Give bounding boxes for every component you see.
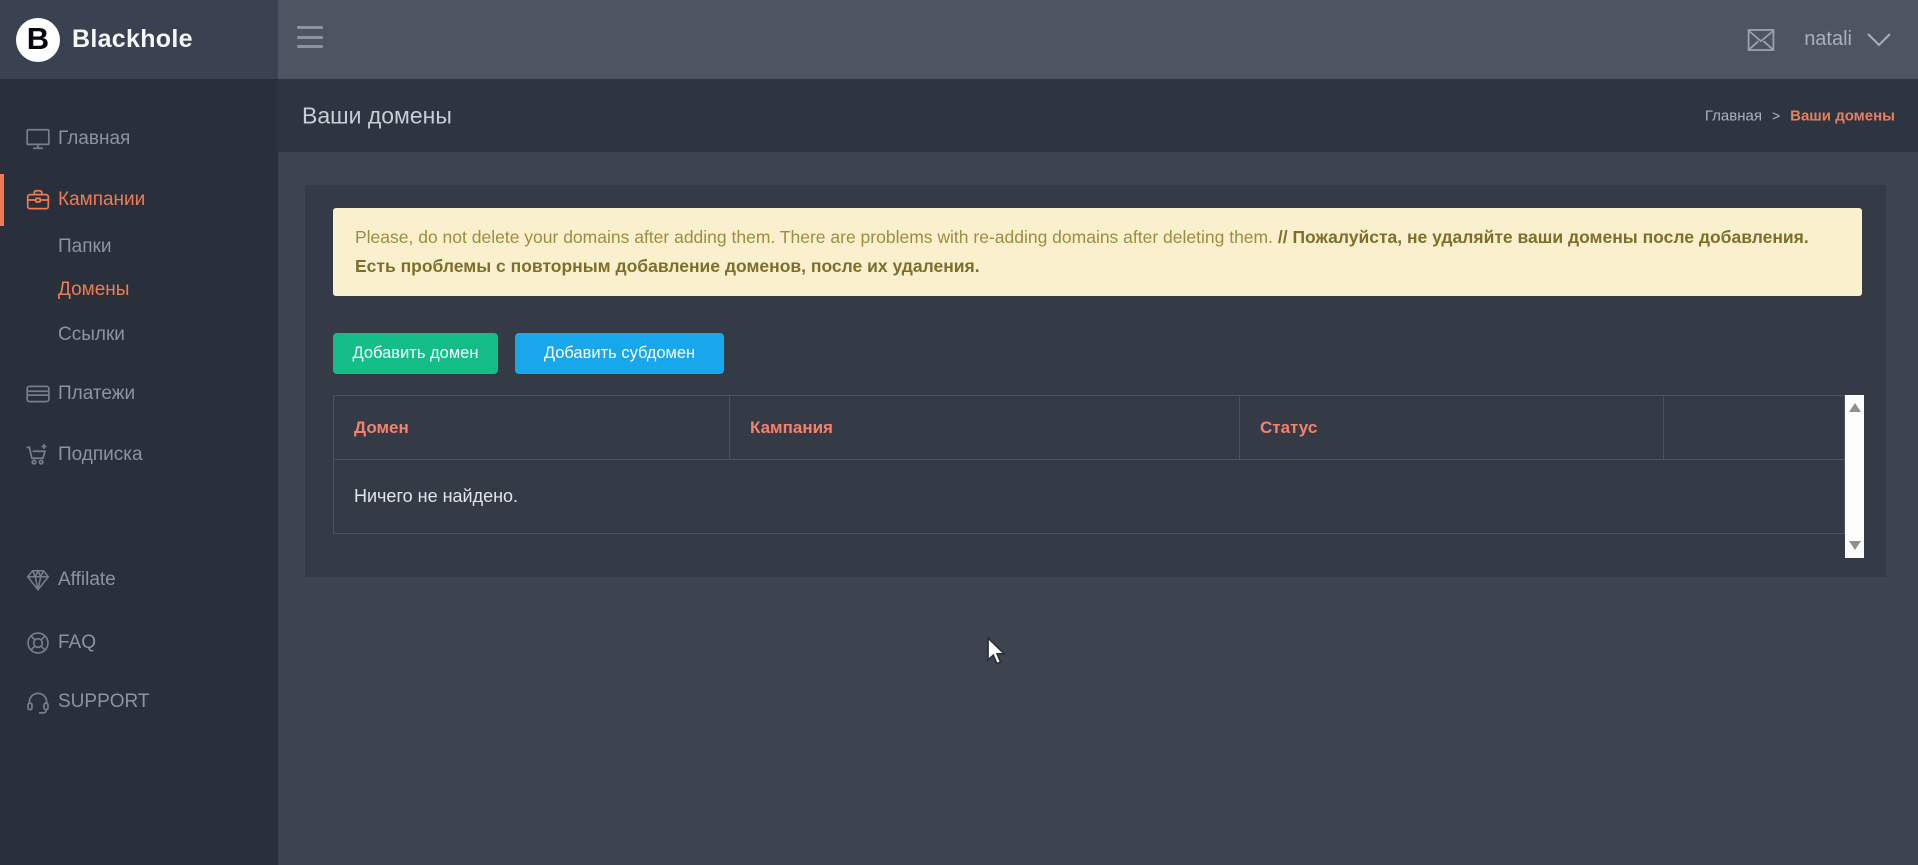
breadcrumb-separator: >: [1772, 108, 1780, 124]
column-header-status[interactable]: Статус: [1240, 396, 1664, 459]
column-header-domain[interactable]: Домен: [334, 396, 730, 459]
empty-message: Ничего не найдено.: [354, 486, 518, 507]
domains-card: Please, do not delete your domains after…: [305, 185, 1886, 577]
active-indicator: [0, 174, 4, 226]
sidebar-item-domains[interactable]: Домены: [0, 268, 278, 312]
table-scrollbar[interactable]: [1845, 395, 1864, 558]
sidebar-item-links[interactable]: Ссылки: [0, 313, 278, 357]
sidebar-item-support[interactable]: SUPPORT: [0, 680, 278, 724]
headset-icon: [25, 690, 51, 714]
username: natali: [1804, 28, 1852, 51]
empty-table-row: Ничего не найдено.: [334, 460, 1844, 534]
sidebar-item-home[interactable]: Главная: [0, 117, 278, 161]
brand-logo-icon: B: [16, 18, 60, 62]
hamburger-menu-icon[interactable]: [297, 26, 323, 48]
sidebar-item-affilate[interactable]: Affilate: [0, 558, 278, 602]
topbar-right: natali: [1746, 0, 1892, 79]
alert-text-en: Please, do not delete your domains after…: [355, 227, 1273, 247]
credit-card-icon: [25, 382, 51, 406]
sidebar-item-subscription[interactable]: Подписка: [0, 433, 278, 477]
column-header-campaign[interactable]: Кампания: [730, 396, 1240, 459]
scrollbar-down-arrow-icon[interactable]: [1849, 541, 1861, 550]
column-header-actions: [1664, 396, 1844, 459]
briefcase-icon: [25, 188, 51, 212]
cart-plus-icon: [25, 443, 51, 467]
page-title: Ваши домены: [302, 102, 452, 129]
monitor-icon: [25, 127, 51, 151]
add-subdomain-button[interactable]: Добавить субдомен: [515, 333, 724, 374]
table-header-row: Домен Кампания Статус: [334, 396, 1844, 460]
logo-area[interactable]: B Blackhole: [0, 0, 278, 79]
page-header: Ваши домены Главная > Ваши домены: [278, 79, 1918, 152]
actions-row: Добавить домен Добавить субдомен: [333, 333, 724, 374]
mail-icon[interactable]: [1746, 27, 1776, 53]
breadcrumb: Главная > Ваши домены: [1705, 107, 1895, 124]
user-menu[interactable]: natali: [1804, 28, 1892, 51]
scrollbar-up-arrow-icon[interactable]: [1849, 403, 1861, 412]
brand-name: Blackhole: [72, 25, 193, 54]
life-ring-icon: [25, 631, 51, 655]
mouse-cursor: [986, 637, 1010, 669]
add-domain-button[interactable]: Добавить домен: [333, 333, 498, 374]
breadcrumb-home-link[interactable]: Главная: [1705, 107, 1762, 124]
sidebar: Главная Кампании Папки Домены Ссылки П: [0, 79, 278, 865]
sidebar-item-faq[interactable]: FAQ: [0, 621, 278, 665]
topbar: natali: [278, 0, 1918, 79]
warning-alert: Please, do not delete your domains after…: [333, 208, 1862, 296]
domains-table: Домен Кампания Статус Ничего не найдено.: [333, 395, 1845, 534]
breadcrumb-current: Ваши домены: [1790, 107, 1895, 124]
sidebar-item-payments[interactable]: Платежи: [0, 372, 278, 416]
logo-letter: B: [27, 23, 49, 54]
sidebar-item-folders[interactable]: Папки: [0, 225, 278, 269]
chevron-down-icon: [1866, 32, 1892, 48]
sidebar-item-campaigns[interactable]: Кампании: [0, 178, 278, 222]
diamond-icon: [25, 568, 51, 592]
